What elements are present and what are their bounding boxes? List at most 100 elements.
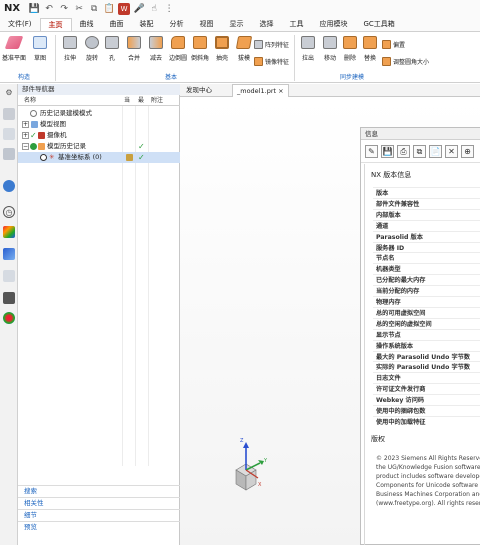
datum-plane-button[interactable]: 基准平面 xyxy=(2,36,26,62)
tree-node-datum-csys[interactable]: ✳ 基准坐标系 (0) ✓ xyxy=(18,152,180,163)
menu-home[interactable]: 主页 xyxy=(39,18,72,31)
unite-button[interactable]: 合并 xyxy=(124,36,144,62)
copyright-line: Components for Unicode software provi xyxy=(376,482,480,489)
resource-bar: ⚙ ◷ xyxy=(0,84,18,545)
palette-icon[interactable] xyxy=(3,312,15,324)
menu-analysis[interactable]: 分析 xyxy=(162,18,192,31)
replace-face-button[interactable]: 替换 xyxy=(360,36,380,62)
pull-face-icon xyxy=(301,36,315,49)
hole-icon xyxy=(105,36,119,49)
collapse-toggle[interactable]: − xyxy=(22,143,29,150)
paste-icon[interactable]: 📋 xyxy=(103,3,115,15)
constraint-navigator-icon[interactable] xyxy=(3,128,15,140)
info-title: 信息 xyxy=(361,128,480,140)
unite-icon xyxy=(127,36,141,49)
mirror-feature-button[interactable]: 镜像特征 xyxy=(254,57,289,66)
resize-blend-button[interactable]: 调整圆角大小 xyxy=(382,57,429,66)
find-icon[interactable]: ⊕ xyxy=(461,145,474,158)
gear-icon[interactable]: ⚙ xyxy=(3,86,15,98)
move-face-button[interactable]: 移动 xyxy=(320,36,340,62)
tab-discovery-center[interactable]: 发现中心 xyxy=(182,84,216,97)
sketch-icon xyxy=(33,36,47,49)
menu-display[interactable]: 显示 xyxy=(222,18,252,31)
part-navigator-icon[interactable] xyxy=(3,148,15,160)
tab-label: _model1.prt xyxy=(237,87,277,95)
menu-view[interactable]: 视图 xyxy=(192,18,222,31)
chamfer-button[interactable]: 倒斜角 xyxy=(190,36,210,62)
offset-face-button[interactable]: 偏置 xyxy=(382,40,405,49)
eye-icon[interactable] xyxy=(40,154,47,161)
menu-curve[interactable]: 曲线 xyxy=(72,18,102,31)
tree-node-model-history[interactable]: − 模型历史记录 xyxy=(18,141,180,152)
expand-toggle[interactable]: + xyxy=(22,132,29,139)
copy-icon[interactable]: ⧉ xyxy=(413,145,426,158)
delete-face-button[interactable]: 删除 xyxy=(340,36,360,62)
svg-text:X: X xyxy=(258,482,262,488)
copy-icon[interactable]: ⧉ xyxy=(88,3,100,15)
redo-icon[interactable]: ↷ xyxy=(58,3,70,15)
menu-file[interactable]: 文件(F) xyxy=(0,18,40,31)
mic-icon[interactable]: 🎤 xyxy=(133,3,145,15)
menu-select[interactable]: 选择 xyxy=(252,18,282,31)
tree-node-model-views[interactable]: + 模型视图 xyxy=(18,119,180,130)
tree-node-history-mode[interactable]: 历史记录建模模式 xyxy=(18,108,180,119)
menu-surface[interactable]: 曲面 xyxy=(102,18,132,31)
info-field-label: 机器类型 xyxy=(376,266,401,274)
tab-model1[interactable]: _model1.prt × xyxy=(232,84,289,97)
info-field-label: 实际的 Parasolid Undo 字节数 xyxy=(376,364,471,372)
shell-button[interactable]: 抽壳 xyxy=(212,36,232,62)
expand-toggle[interactable]: + xyxy=(22,121,29,128)
hole-button[interactable]: 孔 xyxy=(102,36,122,62)
history-icon[interactable]: ◷ xyxy=(3,206,15,218)
status-icon xyxy=(30,143,37,150)
column-latest[interactable]: 最 xyxy=(138,96,144,106)
machine-tool-navigator-icon[interactable] xyxy=(3,292,15,304)
sketch-button[interactable]: 草图 xyxy=(30,36,50,62)
edge-blend-button[interactable]: 边倒圆 xyxy=(168,36,188,62)
info-field-label: 已分配的最大内存 xyxy=(376,277,426,285)
save-icon[interactable]: 💾 xyxy=(28,3,40,15)
pull-face-button[interactable]: 拉出 xyxy=(298,36,318,62)
process-studio-icon[interactable] xyxy=(3,226,15,238)
paste-icon[interactable]: 📄 xyxy=(429,145,442,158)
column-current[interactable]: 当 xyxy=(124,96,130,106)
extrude-button[interactable]: 拉伸 xyxy=(60,36,80,62)
cut-icon[interactable]: ✂ xyxy=(73,3,85,15)
section-dependencies[interactable]: 相关性 xyxy=(18,497,180,509)
touch-icon[interactable]: ☝ xyxy=(148,3,160,15)
more-icon[interactable]: ⋮ xyxy=(163,3,175,15)
save-icon[interactable]: 💾 xyxy=(381,145,394,158)
copyright-line: product includes software developed by xyxy=(376,473,480,480)
column-name[interactable]: 名称 xyxy=(24,96,36,106)
pattern-feature-button[interactable]: 阵列特征 xyxy=(254,40,289,49)
hd3d-tools-icon[interactable] xyxy=(3,270,15,282)
move-face-icon xyxy=(323,36,337,49)
tree-node-cameras[interactable]: + ✓ 摄像机 xyxy=(18,130,180,141)
section-search[interactable]: 搜索 xyxy=(18,485,180,497)
assembly-navigator-icon[interactable] xyxy=(3,108,15,120)
section-details[interactable]: 细节 xyxy=(18,509,180,521)
info-field-label: 通道 xyxy=(376,222,389,230)
undo-icon[interactable]: ↶ xyxy=(43,3,55,15)
menu-applications[interactable]: 应用模块 xyxy=(312,18,356,31)
column-note[interactable]: 附注 xyxy=(151,96,163,106)
menu-assembly[interactable]: 装配 xyxy=(132,18,162,31)
subtract-button[interactable]: 减去 xyxy=(146,36,166,62)
web-browser-icon[interactable] xyxy=(3,180,15,192)
print-icon[interactable]: ⎙ xyxy=(397,145,410,158)
window-icon[interactable]: W xyxy=(118,2,131,15)
ribbon: 基准平面 草图 构造 拉伸 旋转 孔 合并 减去 边倒圆 倒斜角 抽壳 拔模 阵… xyxy=(0,31,480,83)
checkmark-icon[interactable]: ✓ xyxy=(30,130,37,141)
section-preview[interactable]: 预览 xyxy=(18,521,180,533)
menu-gc-toolbox[interactable]: GC工具箱 xyxy=(356,18,403,31)
draft-button[interactable]: 拔模 xyxy=(234,36,254,62)
close-icon[interactable]: × xyxy=(278,87,283,95)
chamfer-icon xyxy=(193,36,207,49)
info-field-label: 物理内存 xyxy=(376,299,401,306)
close-icon[interactable]: ✕ xyxy=(445,145,458,158)
menu-tools[interactable]: 工具 xyxy=(282,18,312,31)
revolve-button[interactable]: 旋转 xyxy=(82,36,102,62)
edit-icon[interactable]: ✎ xyxy=(365,145,378,158)
info-field-label: 使用中的加载特征 xyxy=(376,418,426,426)
reuse-library-icon[interactable] xyxy=(3,248,15,260)
